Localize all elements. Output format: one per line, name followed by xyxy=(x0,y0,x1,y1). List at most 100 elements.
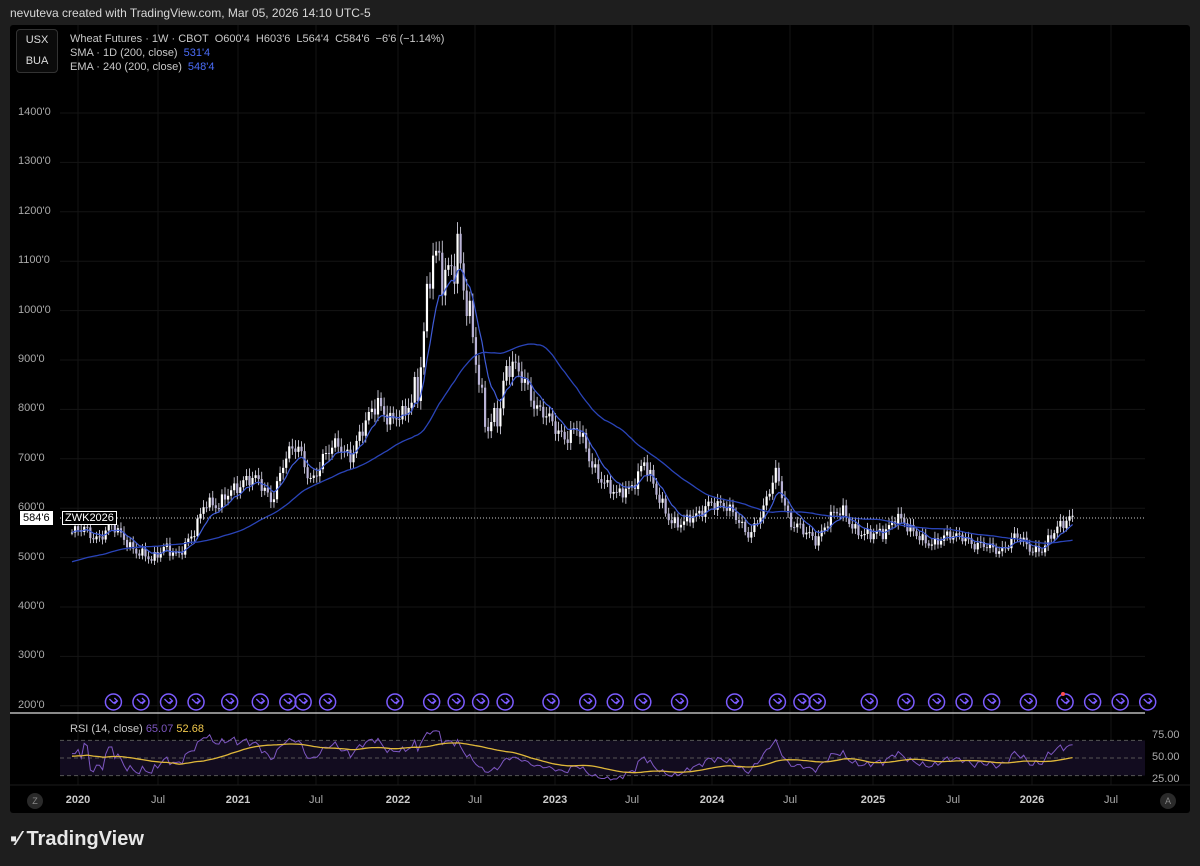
legend-low: L564'4 xyxy=(296,33,330,45)
event-icon xyxy=(768,693,787,711)
event-icon xyxy=(318,693,337,711)
candle-body xyxy=(551,413,554,422)
candle-body xyxy=(887,525,891,530)
candle-body xyxy=(435,250,438,256)
event-icon xyxy=(104,693,123,711)
time-axis-label: 2021 xyxy=(225,794,251,806)
candle-body xyxy=(340,446,343,453)
candle-body xyxy=(484,387,487,427)
legend: Wheat Futures · 1W · CBOT O600'4 H603'6 L56… xyxy=(70,32,444,74)
candle-body xyxy=(1062,520,1065,529)
rsi-ma-value: 52.68 xyxy=(176,723,204,735)
candle-body xyxy=(560,430,563,432)
candle-body xyxy=(217,508,220,510)
candle-body xyxy=(851,524,854,529)
candle-body xyxy=(747,532,750,538)
ema-label[interactable]: EMA · 240 (200, close) xyxy=(70,61,182,73)
candle-body xyxy=(594,464,597,468)
candle-body xyxy=(774,467,777,483)
candle-body xyxy=(857,524,860,536)
event-icon xyxy=(496,693,514,711)
candle-body xyxy=(395,418,398,420)
candle-body xyxy=(205,507,208,509)
candle-body xyxy=(744,521,747,533)
event-icon xyxy=(897,693,915,711)
sma-label[interactable]: SMA · 1D (200, close) xyxy=(70,47,178,59)
candle-body xyxy=(263,487,266,491)
candle-body xyxy=(187,538,190,543)
candle-body xyxy=(1040,551,1044,553)
candle-body xyxy=(83,526,86,533)
candle-body xyxy=(129,542,132,548)
rsi-label[interactable]: RSI (14, close) xyxy=(70,723,143,735)
rsi-axis-label: 50.00 xyxy=(1152,751,1180,763)
sma-value: 531'4 xyxy=(183,47,211,59)
candle-body xyxy=(135,548,138,554)
candle-body xyxy=(447,265,450,270)
candle-body xyxy=(637,471,640,490)
candle-body xyxy=(383,406,386,415)
candle-body xyxy=(1059,520,1062,527)
candle-body xyxy=(477,364,481,385)
candle-body xyxy=(707,501,710,507)
symbol-box[interactable]: USX BUA xyxy=(16,29,58,73)
candle-body xyxy=(254,475,257,478)
candle-body xyxy=(955,533,958,537)
candle-body xyxy=(985,547,989,549)
candle-body xyxy=(771,482,774,494)
event-icon xyxy=(1056,693,1074,711)
price-axis-label: 400'0 xyxy=(18,600,45,612)
candle-body xyxy=(930,544,933,546)
event-icon xyxy=(1019,693,1038,711)
candle-body xyxy=(658,494,661,503)
symbol-line1: USX xyxy=(25,34,49,46)
candle-body xyxy=(618,488,621,493)
chart-canvas[interactable] xyxy=(0,0,1200,866)
auto-scale-button[interactable]: A xyxy=(1160,793,1176,809)
time-axis-label: 2022 xyxy=(385,794,411,806)
candle-body xyxy=(805,532,808,535)
event-icon xyxy=(670,693,689,711)
candle-body xyxy=(514,361,517,363)
candle-body xyxy=(306,467,309,479)
candle-body xyxy=(324,453,328,455)
candle-body xyxy=(903,518,906,524)
candle-body xyxy=(285,458,288,468)
candle-body xyxy=(719,501,722,503)
candle-body xyxy=(223,494,227,500)
candle-body xyxy=(1016,533,1019,538)
legend-close: C584'6 xyxy=(335,33,370,45)
candle-body xyxy=(125,539,129,548)
candle-body xyxy=(554,421,557,434)
candle-body xyxy=(624,488,627,498)
candle-body xyxy=(248,475,251,486)
candle-body xyxy=(364,420,367,436)
candle-body xyxy=(92,538,95,540)
candle-body xyxy=(511,361,514,377)
candle-body xyxy=(716,501,719,510)
candle-body xyxy=(643,462,646,466)
candle-body xyxy=(174,552,178,554)
rsi-axis-label: 75.00 xyxy=(1152,729,1180,741)
candle-body xyxy=(373,408,377,415)
candle-body xyxy=(278,472,282,482)
candle-body xyxy=(413,377,416,403)
candle-body xyxy=(615,491,618,493)
time-axis-label: 2020 xyxy=(65,794,91,806)
candle-body xyxy=(536,405,539,409)
rsi-value: 65.07 xyxy=(145,723,174,735)
candle-body xyxy=(300,446,303,452)
candle-body xyxy=(1034,546,1037,553)
candle-body xyxy=(499,408,502,427)
candle-body xyxy=(107,524,110,531)
candle-body xyxy=(334,438,337,448)
candle-body xyxy=(548,413,551,417)
candle-body xyxy=(860,535,863,537)
time-axis-label: 2025 xyxy=(860,794,886,806)
candle-body xyxy=(309,477,312,479)
z-button[interactable]: Z xyxy=(27,793,43,809)
candle-body xyxy=(214,505,217,509)
price-axis-label: 1200'0 xyxy=(18,204,51,217)
time-axis-label: 2026 xyxy=(1019,794,1045,806)
candle-body xyxy=(98,536,101,538)
